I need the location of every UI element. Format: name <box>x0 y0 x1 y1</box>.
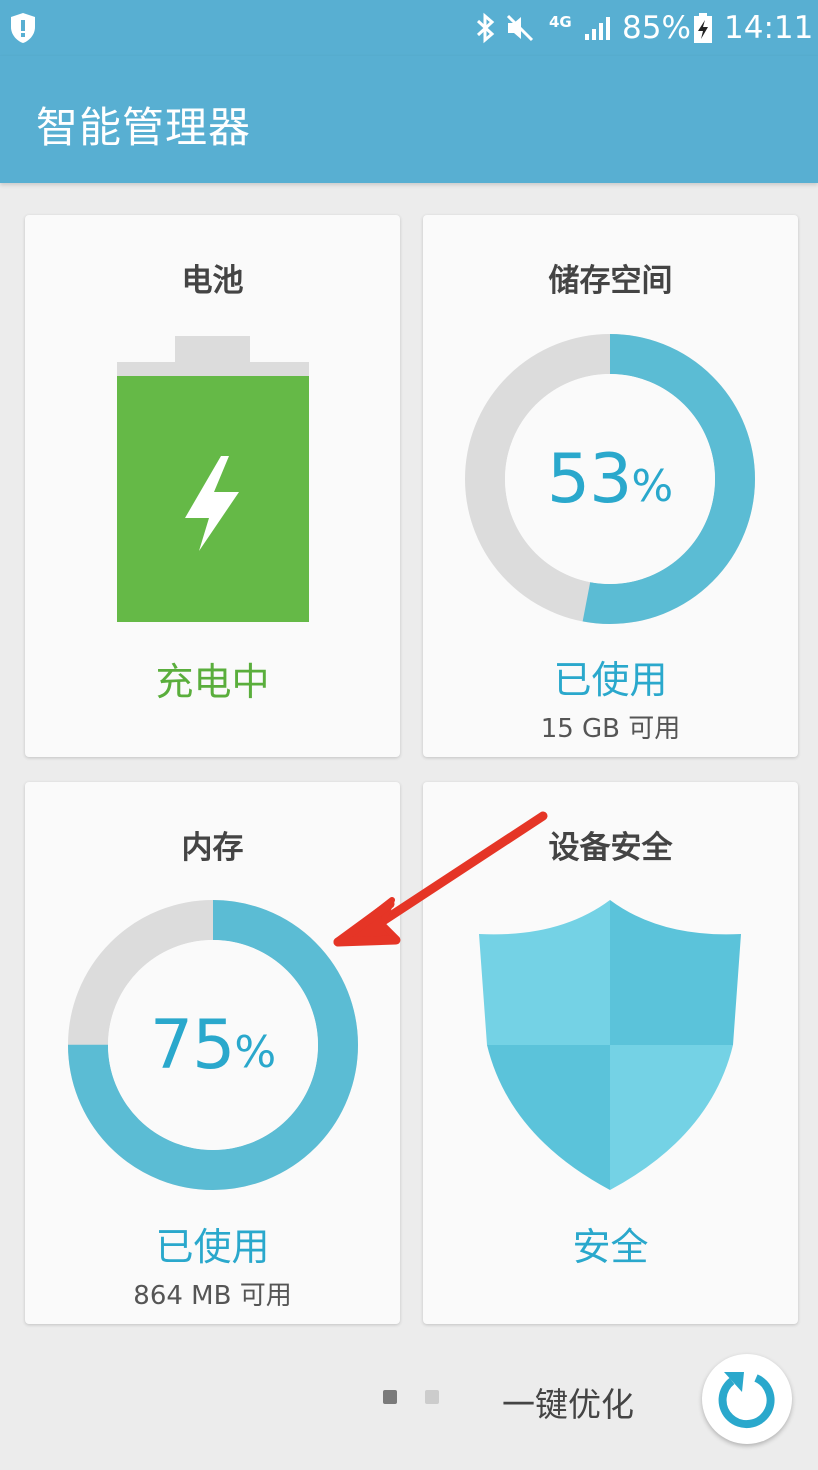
app-bar: 智能管理器 <box>0 56 818 183</box>
memory-card[interactable]: 内存 75% 已使用 864 MB 可用 <box>25 782 400 1324</box>
page-indicator-dot[interactable] <box>425 1390 439 1404</box>
clock: 14:11 <box>724 10 814 46</box>
security-status: 安全 <box>572 1225 649 1269</box>
memory-status: 已使用 <box>155 1225 270 1269</box>
storage-card-title: 储存空间 <box>548 263 673 299</box>
page-title: 智能管理器 <box>36 103 252 152</box>
mute-icon <box>505 0 535 56</box>
refresh-icon <box>718 1372 775 1429</box>
storage-card[interactable]: 储存空间 53% 已使用 15 GB 可用 <box>423 215 798 757</box>
security-card[interactable]: 设备安全 安全 <box>423 782 798 1324</box>
status-bar: 4G 85% 14:11 <box>0 0 818 56</box>
battery-charging-icon <box>693 0 713 56</box>
bottom-bar <box>0 1340 818 1470</box>
battery-percent: 85% <box>622 10 691 46</box>
bluetooth-icon <box>474 0 496 56</box>
page-indicator-dot-active[interactable] <box>383 1390 397 1404</box>
shield-alert-icon <box>10 0 36 56</box>
security-shield-icon <box>479 900 741 1190</box>
storage-available: 15 GB 可用 <box>540 714 681 744</box>
optimize-button[interactable] <box>702 1354 792 1444</box>
memory-percent: 75% <box>149 1005 277 1085</box>
battery-status: 充电中 <box>155 660 270 704</box>
battery-graphic <box>117 336 309 622</box>
memory-available: 864 MB 可用 <box>133 1281 292 1311</box>
battery-card[interactable]: 电池 充电中 <box>25 215 400 757</box>
battery-card-title: 电池 <box>181 263 244 299</box>
storage-status: 已使用 <box>553 658 668 702</box>
memory-card-title: 内存 <box>181 830 244 866</box>
optimize-label[interactable]: 一键优化 <box>502 1378 634 1426</box>
signal-icon <box>583 0 613 56</box>
security-card-title: 设备安全 <box>548 830 673 866</box>
storage-percent: 53% <box>546 439 674 519</box>
network-type: 4G <box>549 13 572 31</box>
